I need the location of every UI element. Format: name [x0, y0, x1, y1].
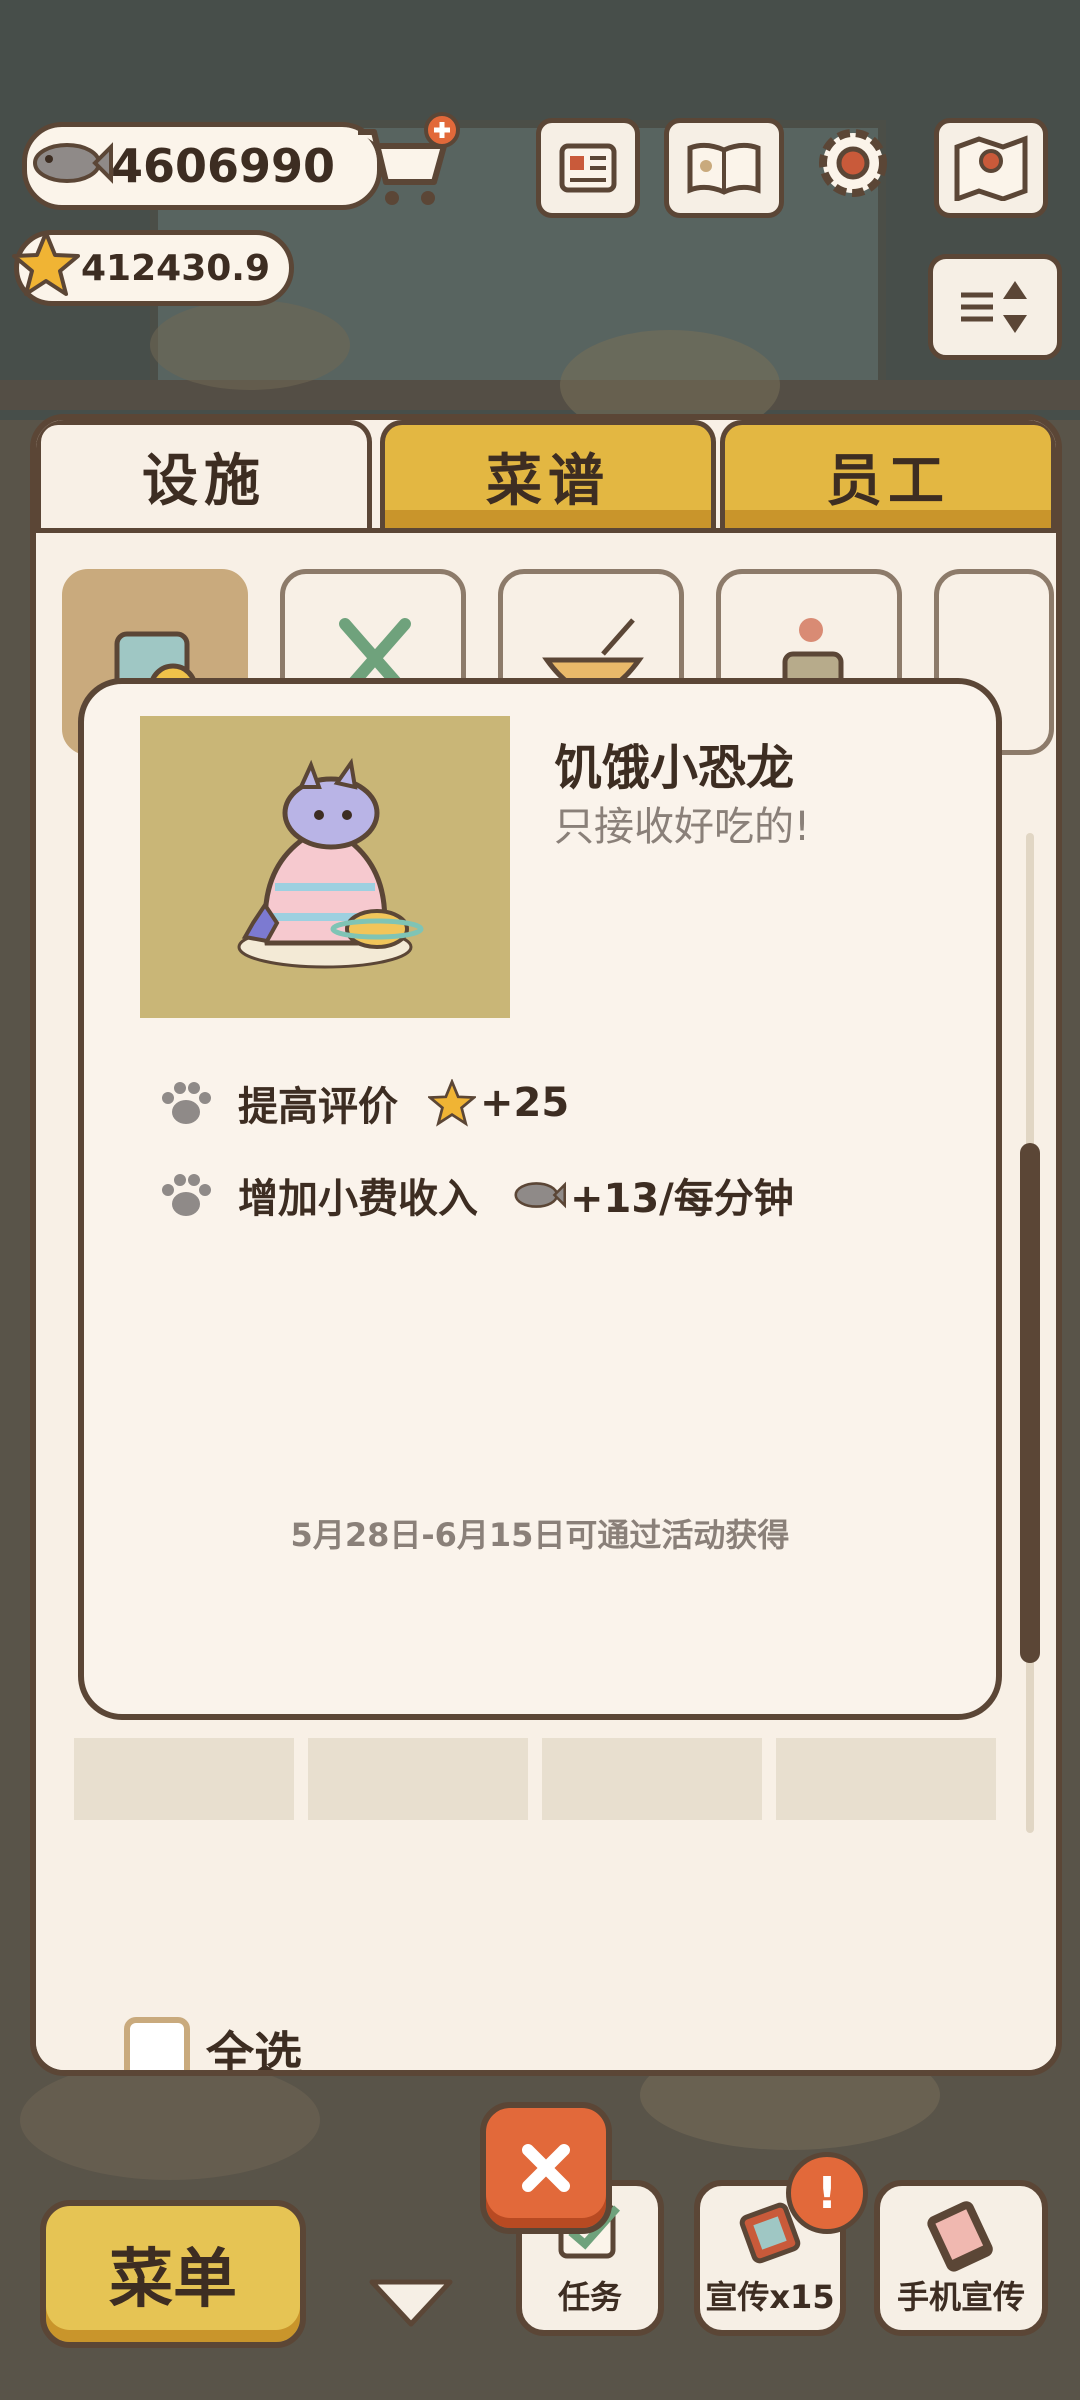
paw-icon: [162, 1082, 211, 1124]
item-detail-popup: 饥饿小恐龙 只接收好吃的! 提高评价 +25 增加小费收入 +13/每分钟 5月…: [78, 678, 1002, 1720]
gear-icon: [819, 129, 887, 197]
item-image: [140, 716, 510, 1018]
sort-toggle-button[interactable]: [928, 254, 1062, 360]
star-icon: [12, 231, 80, 296]
chevron-down-icon[interactable]: [366, 2274, 456, 2330]
star-icon: [428, 1079, 476, 1127]
stat-rating-value: +25: [480, 1080, 570, 1126]
tab-staff[interactable]: 员工: [720, 420, 1056, 528]
item-description: 只接收好吃的!: [554, 804, 811, 850]
star-rating-counter: 412430.9: [12, 230, 294, 306]
shop-cart-icon[interactable]: [350, 112, 460, 212]
select-all-checkbox[interactable]: [124, 2017, 190, 2070]
sort-icon: [961, 281, 1027, 333]
facility-item-slot[interactable]: [776, 1738, 996, 1820]
scrollbar-thumb[interactable]: [1020, 1143, 1040, 1663]
star-amount: 412430.9: [81, 247, 271, 289]
map-button[interactable]: [934, 118, 1048, 218]
phone-icon: [927, 2201, 993, 2272]
select-all-label: 全选: [206, 2027, 303, 2076]
promote-label: 宣传x15: [705, 2278, 835, 2316]
stat-tips-label: 增加小费收入: [238, 1176, 478, 1222]
map-icon: [954, 135, 1028, 201]
select-all-control[interactable]: 全选: [124, 2015, 303, 2076]
facility-item-slot[interactable]: [74, 1738, 294, 1820]
stat-rating-label: 提高评价: [238, 1084, 398, 1130]
phone-promote-label: 手机宣传: [896, 2278, 1025, 2316]
availability-note: 5月28日-6月15日可通过活动获得: [290, 1516, 790, 1554]
book-icon: [687, 142, 761, 195]
stat-tips: 增加小费收入 +13/每分钟: [158, 1166, 794, 1224]
tab-recipes[interactable]: 菜谱: [380, 420, 716, 528]
panel-tabs: 设施 菜谱 员工: [36, 420, 1056, 532]
paw-icon: [162, 1174, 211, 1216]
tab-facilities[interactable]: 设施: [36, 420, 372, 528]
phone-promote-button[interactable]: 手机宣传: [874, 2180, 1048, 2336]
stat-tips-value: +13/每分钟: [570, 1176, 794, 1222]
id-card-icon: [559, 143, 617, 193]
fish-icon: [33, 142, 113, 184]
facility-item-slot[interactable]: [542, 1738, 762, 1820]
stat-rating: 提高评价 +25: [158, 1074, 569, 1132]
collection-book-button[interactable]: [664, 118, 784, 218]
close-icon: [522, 2144, 570, 2192]
close-popup-button[interactable]: [480, 2102, 612, 2234]
menu-button[interactable]: 菜单: [40, 2200, 306, 2348]
facility-item-slot[interactable]: [308, 1738, 528, 1820]
item-name: 饥饿小恐龙: [554, 740, 795, 796]
fish-currency-counter: 4606990: [22, 122, 382, 210]
fish-icon: [514, 1181, 566, 1209]
task-label: 任务: [557, 2278, 622, 2316]
alert-badge: !: [786, 2152, 868, 2234]
dinosaur-egg-icon: [237, 757, 424, 969]
profile-card-button[interactable]: [536, 118, 640, 218]
fish-amount: 4606990: [111, 139, 336, 193]
settings-button[interactable]: [806, 118, 900, 208]
